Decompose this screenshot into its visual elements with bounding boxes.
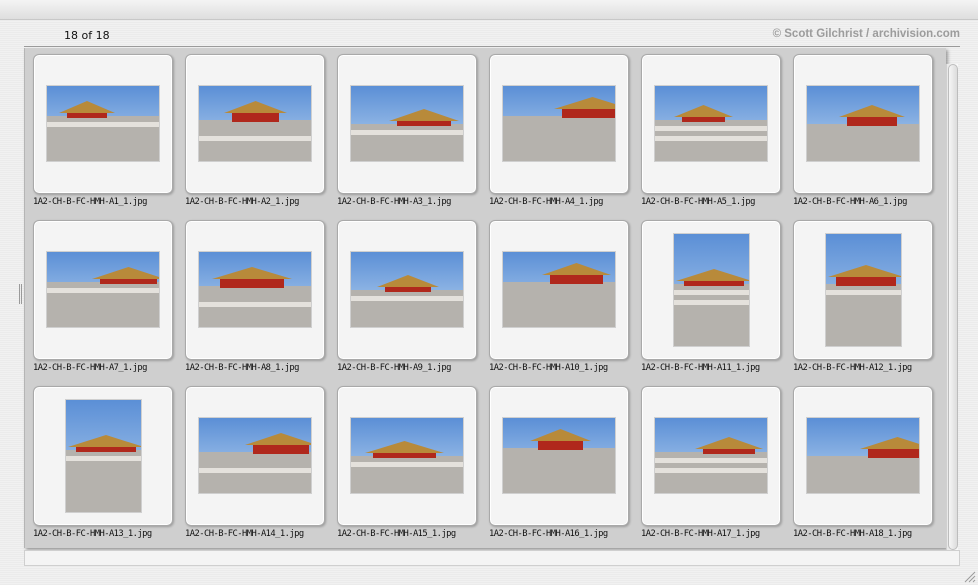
thumbnail-filename: 1A2-CH-B-FC-HMH-A17_1.jpg bbox=[641, 529, 760, 539]
thumbnail-image[interactable] bbox=[66, 400, 141, 512]
thumbnail-image[interactable] bbox=[351, 86, 463, 161]
copyright-credit: © Scott Gilchrist / archivision.com bbox=[772, 28, 960, 40]
thumbnail-filename: 1A2-CH-B-FC-HMH-A4_1.jpg bbox=[489, 197, 603, 207]
thumbnail-image[interactable] bbox=[351, 252, 463, 327]
thumbnail-filename: 1A2-CH-B-FC-HMH-A3_1.jpg bbox=[337, 197, 451, 207]
thumbnail-image[interactable] bbox=[199, 418, 311, 493]
thumbnail-cell[interactable]: 1A2-CH-B-FC-HMH-A5_1.jpg bbox=[641, 54, 781, 220]
thumbnail-cell[interactable]: 1A2-CH-B-FC-HMH-A11_1.jpg bbox=[641, 220, 781, 386]
thumbnail-card[interactable] bbox=[793, 54, 933, 194]
thumbnail-card[interactable] bbox=[489, 54, 629, 194]
thumbnail-panel: 1A2-CH-B-FC-HMH-A1_1.jpg 1A2-CH-B-FC-HMH-… bbox=[24, 48, 946, 548]
thumbnail-image[interactable] bbox=[674, 234, 749, 346]
viewer-header: 18 of 18 © Scott Gilchrist / archivision… bbox=[24, 24, 960, 47]
thumbnail-image[interactable] bbox=[826, 234, 901, 346]
thumbnail-cell[interactable]: 1A2-CH-B-FC-HMH-A6_1.jpg bbox=[793, 54, 933, 220]
thumbnail-cell[interactable]: 1A2-CH-B-FC-HMH-A13_1.jpg bbox=[33, 386, 173, 552]
thumbnail-card[interactable] bbox=[33, 54, 173, 194]
thumbnail-filename: 1A2-CH-B-FC-HMH-A12_1.jpg bbox=[793, 363, 912, 373]
image-counter: 18 of 18 bbox=[64, 29, 110, 42]
resize-grip-icon[interactable] bbox=[962, 569, 976, 583]
vertical-scrollbar[interactable] bbox=[946, 64, 958, 550]
thumbnail-filename: 1A2-CH-B-FC-HMH-A14_1.jpg bbox=[185, 529, 304, 539]
thumbnail-filename: 1A2-CH-B-FC-HMH-A2_1.jpg bbox=[185, 197, 299, 207]
thumbnail-filename: 1A2-CH-B-FC-HMH-A15_1.jpg bbox=[337, 529, 456, 539]
thumbnail-image[interactable] bbox=[503, 252, 615, 327]
thumbnail-card[interactable] bbox=[489, 386, 629, 526]
thumbnail-filename: 1A2-CH-B-FC-HMH-A1_1.jpg bbox=[33, 197, 147, 207]
thumbnail-filename: 1A2-CH-B-FC-HMH-A7_1.jpg bbox=[33, 363, 147, 373]
thumbnail-filename: 1A2-CH-B-FC-HMH-A5_1.jpg bbox=[641, 197, 755, 207]
thumbnail-cell[interactable]: 1A2-CH-B-FC-HMH-A14_1.jpg bbox=[185, 386, 325, 552]
thumbnail-cell[interactable]: 1A2-CH-B-FC-HMH-A1_1.jpg bbox=[33, 54, 173, 220]
thumbnail-image[interactable] bbox=[655, 86, 767, 161]
window-top-band bbox=[0, 0, 978, 20]
thumbnail-cell[interactable]: 1A2-CH-B-FC-HMH-A12_1.jpg bbox=[793, 220, 933, 386]
thumbnail-card[interactable] bbox=[641, 220, 781, 360]
thumbnail-cell[interactable]: 1A2-CH-B-FC-HMH-A2_1.jpg bbox=[185, 54, 325, 220]
scrollbar-thumb[interactable] bbox=[948, 64, 958, 550]
thumbnail-filename: 1A2-CH-B-FC-HMH-A6_1.jpg bbox=[793, 197, 907, 207]
thumbnail-card[interactable] bbox=[33, 220, 173, 360]
thumbnail-filename: 1A2-CH-B-FC-HMH-A9_1.jpg bbox=[337, 363, 451, 373]
thumbnail-card[interactable] bbox=[185, 54, 325, 194]
thumbnail-filename: 1A2-CH-B-FC-HMH-A16_1.jpg bbox=[489, 529, 608, 539]
thumbnail-cell[interactable]: 1A2-CH-B-FC-HMH-A3_1.jpg bbox=[337, 54, 477, 220]
thumbnail-image[interactable] bbox=[199, 86, 311, 161]
thumbnail-image[interactable] bbox=[47, 252, 159, 327]
thumbnail-image[interactable] bbox=[199, 252, 311, 327]
thumbnail-cell[interactable]: 1A2-CH-B-FC-HMH-A16_1.jpg bbox=[489, 386, 629, 552]
thumbnail-image[interactable] bbox=[351, 418, 463, 493]
thumbnail-card[interactable] bbox=[185, 220, 325, 360]
thumbnail-cell[interactable]: 1A2-CH-B-FC-HMH-A18_1.jpg bbox=[793, 386, 933, 552]
thumbnail-card[interactable] bbox=[641, 386, 781, 526]
thumbnail-image[interactable] bbox=[655, 418, 767, 493]
thumbnail-filename: 1A2-CH-B-FC-HMH-A13_1.jpg bbox=[33, 529, 152, 539]
thumbnail-cell[interactable]: 1A2-CH-B-FC-HMH-A4_1.jpg bbox=[489, 54, 629, 220]
thumbnail-image[interactable] bbox=[807, 418, 919, 493]
thumbnail-filename: 1A2-CH-B-FC-HMH-A10_1.jpg bbox=[489, 363, 608, 373]
thumbnail-card[interactable] bbox=[337, 386, 477, 526]
image-browser-window: 18 of 18 © Scott Gilchrist / archivision… bbox=[0, 0, 978, 585]
thumbnail-image[interactable] bbox=[47, 86, 159, 161]
thumbnail-cell[interactable]: 1A2-CH-B-FC-HMH-A7_1.jpg bbox=[33, 220, 173, 386]
splitter-handle-icon[interactable] bbox=[19, 284, 22, 304]
thumbnail-image[interactable] bbox=[503, 86, 615, 161]
thumbnail-cell[interactable]: 1A2-CH-B-FC-HMH-A15_1.jpg bbox=[337, 386, 477, 552]
thumbnail-filename: 1A2-CH-B-FC-HMH-A11_1.jpg bbox=[641, 363, 760, 373]
thumbnail-card[interactable] bbox=[33, 386, 173, 526]
thumbnail-card[interactable] bbox=[337, 54, 477, 194]
thumbnail-grid: 1A2-CH-B-FC-HMH-A1_1.jpg 1A2-CH-B-FC-HMH-… bbox=[25, 48, 947, 548]
thumbnail-card[interactable] bbox=[793, 386, 933, 526]
thumbnail-image[interactable] bbox=[807, 86, 919, 161]
thumbnail-image[interactable] bbox=[503, 418, 615, 493]
thumbnail-card[interactable] bbox=[337, 220, 477, 360]
thumbnail-filename: 1A2-CH-B-FC-HMH-A18_1.jpg bbox=[793, 529, 912, 539]
thumbnail-card[interactable] bbox=[185, 386, 325, 526]
thumbnail-cell[interactable]: 1A2-CH-B-FC-HMH-A8_1.jpg bbox=[185, 220, 325, 386]
thumbnail-card[interactable] bbox=[641, 54, 781, 194]
thumbnail-cell[interactable]: 1A2-CH-B-FC-HMH-A17_1.jpg bbox=[641, 386, 781, 552]
thumbnail-cell[interactable]: 1A2-CH-B-FC-HMH-A9_1.jpg bbox=[337, 220, 477, 386]
thumbnail-card[interactable] bbox=[793, 220, 933, 360]
thumbnail-cell[interactable]: 1A2-CH-B-FC-HMH-A10_1.jpg bbox=[489, 220, 629, 386]
thumbnail-filename: 1A2-CH-B-FC-HMH-A8_1.jpg bbox=[185, 363, 299, 373]
bottom-status-bar bbox=[24, 550, 960, 566]
thumbnail-card[interactable] bbox=[489, 220, 629, 360]
